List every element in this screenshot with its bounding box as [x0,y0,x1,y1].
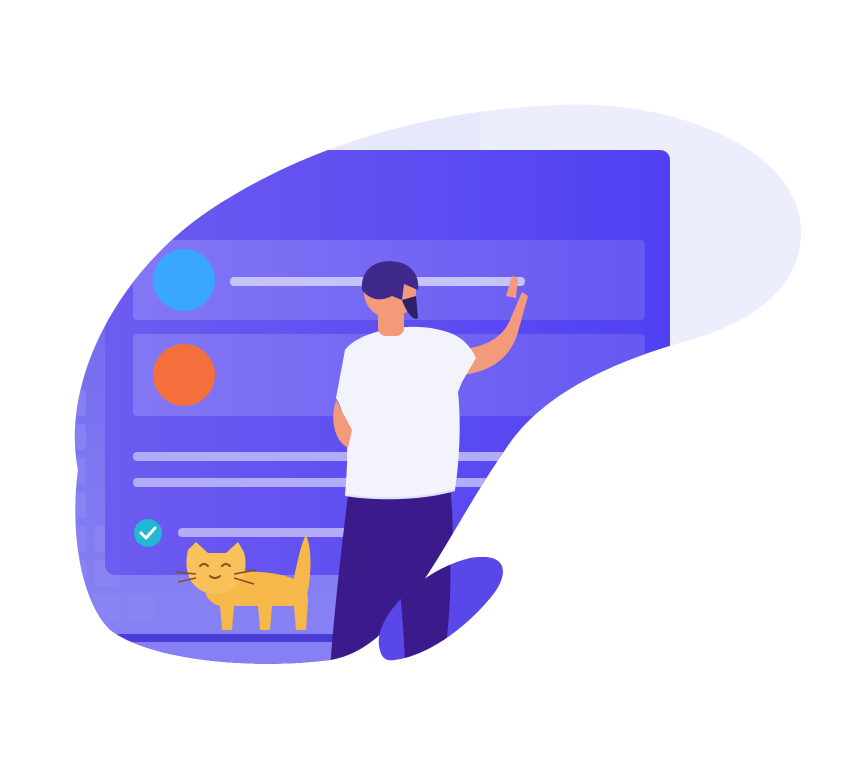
hero-illustration [74,104,801,664]
check-icon [134,519,162,547]
blue-circle-icon [153,249,215,311]
orange-circle-icon [153,344,215,406]
